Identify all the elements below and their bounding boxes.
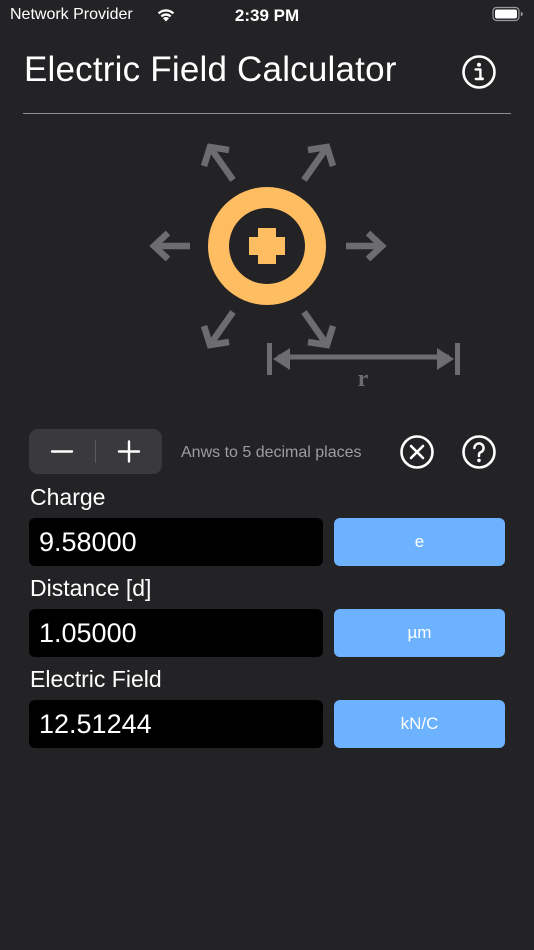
charge-label: Charge — [30, 484, 106, 510]
field-arrow-up-right-icon — [301, 143, 337, 182]
electric-field-input[interactable] — [29, 700, 323, 748]
distance-input[interactable] — [29, 609, 323, 657]
minus-icon[interactable] — [29, 429, 95, 474]
charge-input[interactable] — [29, 518, 323, 566]
status-time: 2:39 PM — [234, 6, 300, 25]
field-arrow-up-left-icon — [200, 143, 236, 182]
positive-charge-icon — [208, 187, 326, 305]
precision-label: Anws to 5 decimal places — [181, 444, 362, 461]
field-arrow-left-icon — [149, 230, 190, 262]
precision-stepper[interactable] — [29, 429, 162, 474]
page-title: Electric Field Calculator — [24, 50, 397, 89]
electric-field-label: Electric Field — [30, 666, 162, 692]
electric-field-diagram: r — [149, 143, 460, 392]
distance-label-text: Distance [d] — [30, 575, 152, 601]
info-circle-icon[interactable] — [461, 54, 497, 90]
field-arrow-down-right-icon — [301, 310, 337, 349]
charge-unit-button[interactable]: e — [334, 518, 505, 566]
distance-unit-button[interactable]: µm — [334, 609, 505, 657]
app-screen: Network Provider 2:39 PM Electric Field … — [0, 0, 534, 950]
electric-field-unit-button[interactable]: kN/C — [334, 700, 505, 748]
header-divider — [23, 113, 511, 114]
help-circle-icon[interactable] — [461, 434, 497, 470]
field-arrow-down-left-icon — [200, 310, 236, 349]
distance-label: r — [358, 366, 369, 392]
status-bar: Network Provider 2:39 PM — [0, 0, 534, 30]
plus-icon[interactable] — [96, 429, 162, 474]
battery-icon — [492, 6, 523, 22]
field-arrow-right-icon — [346, 230, 387, 262]
clear-circle-icon[interactable] — [399, 434, 435, 470]
